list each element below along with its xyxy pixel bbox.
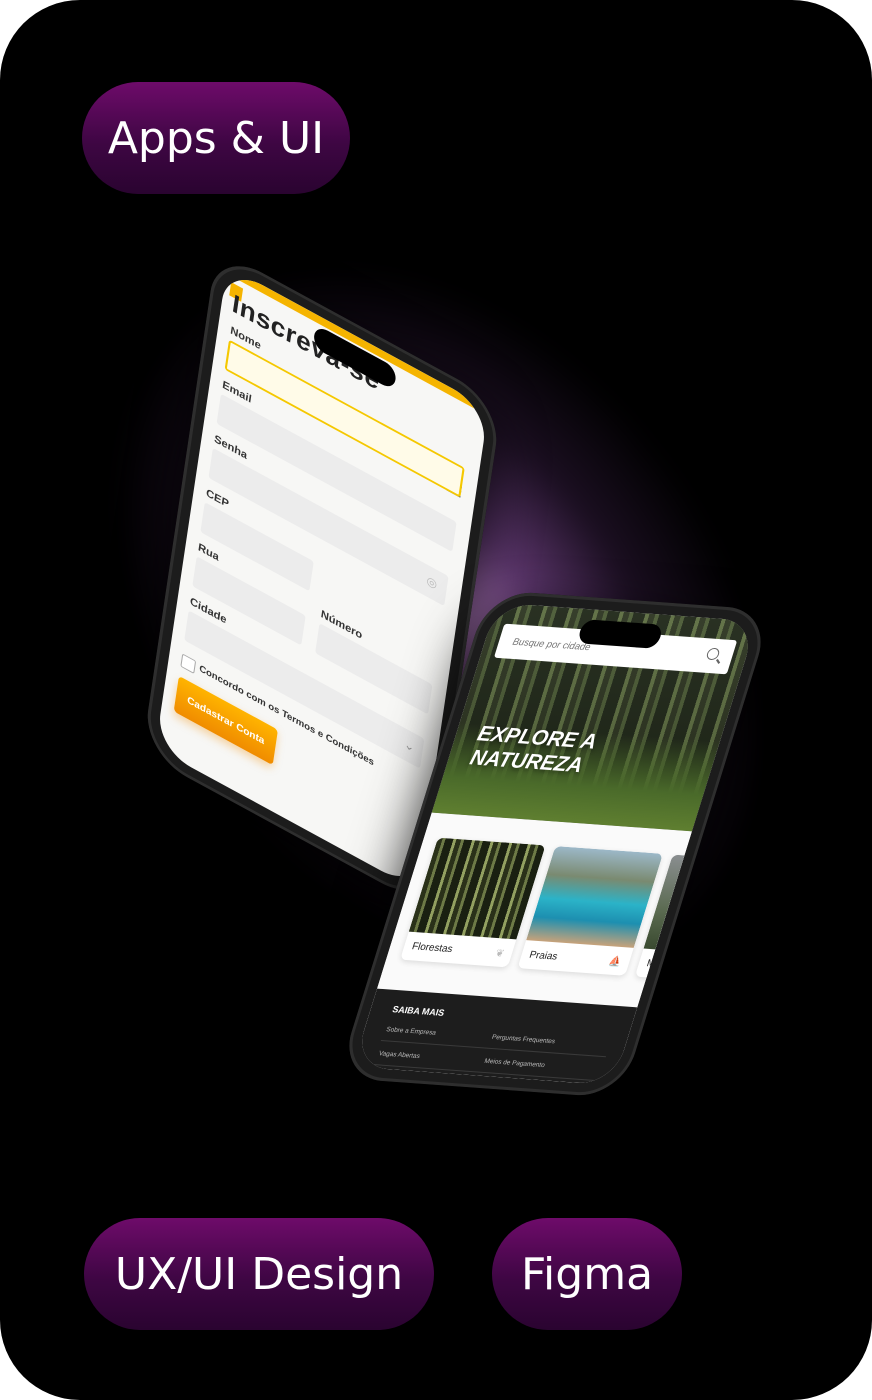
tag-ux-ui-design: UX/UI Design [84, 1218, 434, 1330]
category-label: Praias [527, 949, 559, 963]
footer-title: SAIBA MAIS [391, 1004, 446, 1018]
category-list: Florestas ❦ Praias ⛵ M [377, 812, 758, 1008]
tag-figma-label: Figma [520, 1248, 654, 1300]
search-icon[interactable] [705, 647, 721, 661]
leaf-icon: ❦ [493, 948, 506, 960]
tag-ux-ui-design-label: UX/UI Design [114, 1248, 404, 1300]
submit-button[interactable]: Cadastrar Conta [173, 675, 278, 766]
portfolio-card: Apps & UI Inscreva-se Nome Email Senha ◎… [0, 0, 872, 1400]
terms-checkbox[interactable] [180, 653, 197, 675]
footer-link-payment[interactable]: Meios de Pagamento [483, 1058, 545, 1069]
forest-image [408, 837, 546, 940]
footer-link-jobs[interactable]: Vagas Abertas [378, 1050, 421, 1060]
footer-link-faq[interactable]: Perguntas Frequentes [491, 1034, 556, 1046]
category-label: Florestas [410, 941, 455, 956]
footer-divider [373, 1064, 599, 1082]
category-label: M [645, 958, 657, 970]
beach-image [526, 846, 663, 948]
tag-figma: Figma [492, 1218, 682, 1330]
tag-apps-ui: Apps & UI [82, 82, 350, 194]
tag-apps-ui-label: Apps & UI [107, 112, 325, 164]
boat-icon: ⛵ [607, 956, 623, 969]
footer-link-about[interactable]: Sobre a Empresa [385, 1026, 437, 1037]
